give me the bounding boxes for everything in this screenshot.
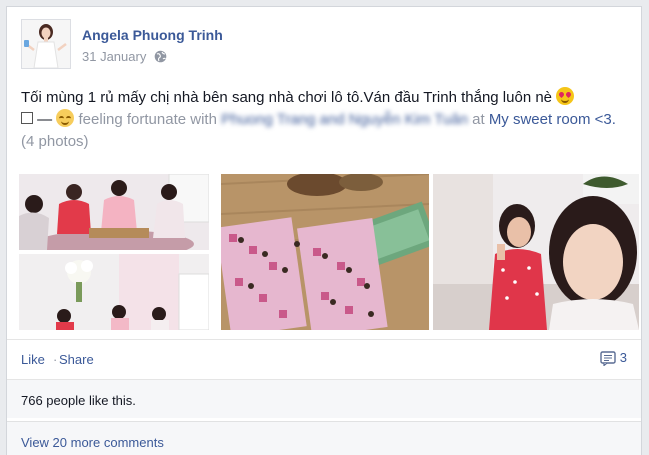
post-actions: Like · Share 3: [7, 339, 641, 378]
heart-eyes-emoji-icon: [556, 87, 575, 105]
like-link[interactable]: Like: [21, 352, 45, 367]
photo-1[interactable]: [19, 174, 209, 250]
photo-2[interactable]: [19, 254, 209, 330]
author-avatar[interactable]: [21, 19, 71, 69]
post-meta: 31 January: [82, 49, 167, 66]
comment-count[interactable]: 3: [600, 350, 627, 367]
relieved-emoji-icon: [56, 109, 75, 127]
feeling-label: feeling fortunate with: [78, 111, 217, 128]
photo-4[interactable]: [433, 174, 639, 330]
dash: —: [37, 111, 53, 128]
at-label: at: [472, 111, 485, 128]
globe-icon[interactable]: [154, 50, 167, 66]
share-link[interactable]: Share: [59, 352, 94, 367]
avatar-image: [22, 20, 70, 68]
photos-count-link[interactable]: (4 photos): [21, 133, 89, 150]
post-date[interactable]: 31 January: [82, 49, 146, 64]
action-separator: ·: [53, 352, 58, 367]
likes-text[interactable]: 766 people like this.: [21, 393, 136, 408]
likes-summary: 766 people like this.: [7, 379, 641, 418]
missing-glyph-box: [21, 112, 33, 124]
author-name[interactable]: Angela Phuong Trinh: [82, 27, 223, 43]
place-link[interactable]: My sweet room <3.: [489, 111, 616, 128]
view-more-comments-link[interactable]: View 20 more comments: [21, 435, 164, 450]
feed-post: Angela Phuong Trinh 31 January Tối mùng …: [6, 6, 642, 455]
post-message: Tối mùng 1 rủ mấy chị nhà bên sang nhà c…: [21, 89, 553, 106]
comment-count-value: 3: [619, 350, 627, 365]
tagged-friends[interactable]: Phuong Trang and Nguyễn Kim Tuân: [221, 111, 468, 128]
photo-grid: [19, 174, 639, 330]
comments-section: View 20 more comments: [7, 421, 641, 455]
photo-3[interactable]: [221, 174, 429, 330]
comment-icon: [600, 351, 616, 367]
post-text: Tối mùng 1 rủ mấy chị nhà bên sang nhà c…: [21, 87, 621, 153]
